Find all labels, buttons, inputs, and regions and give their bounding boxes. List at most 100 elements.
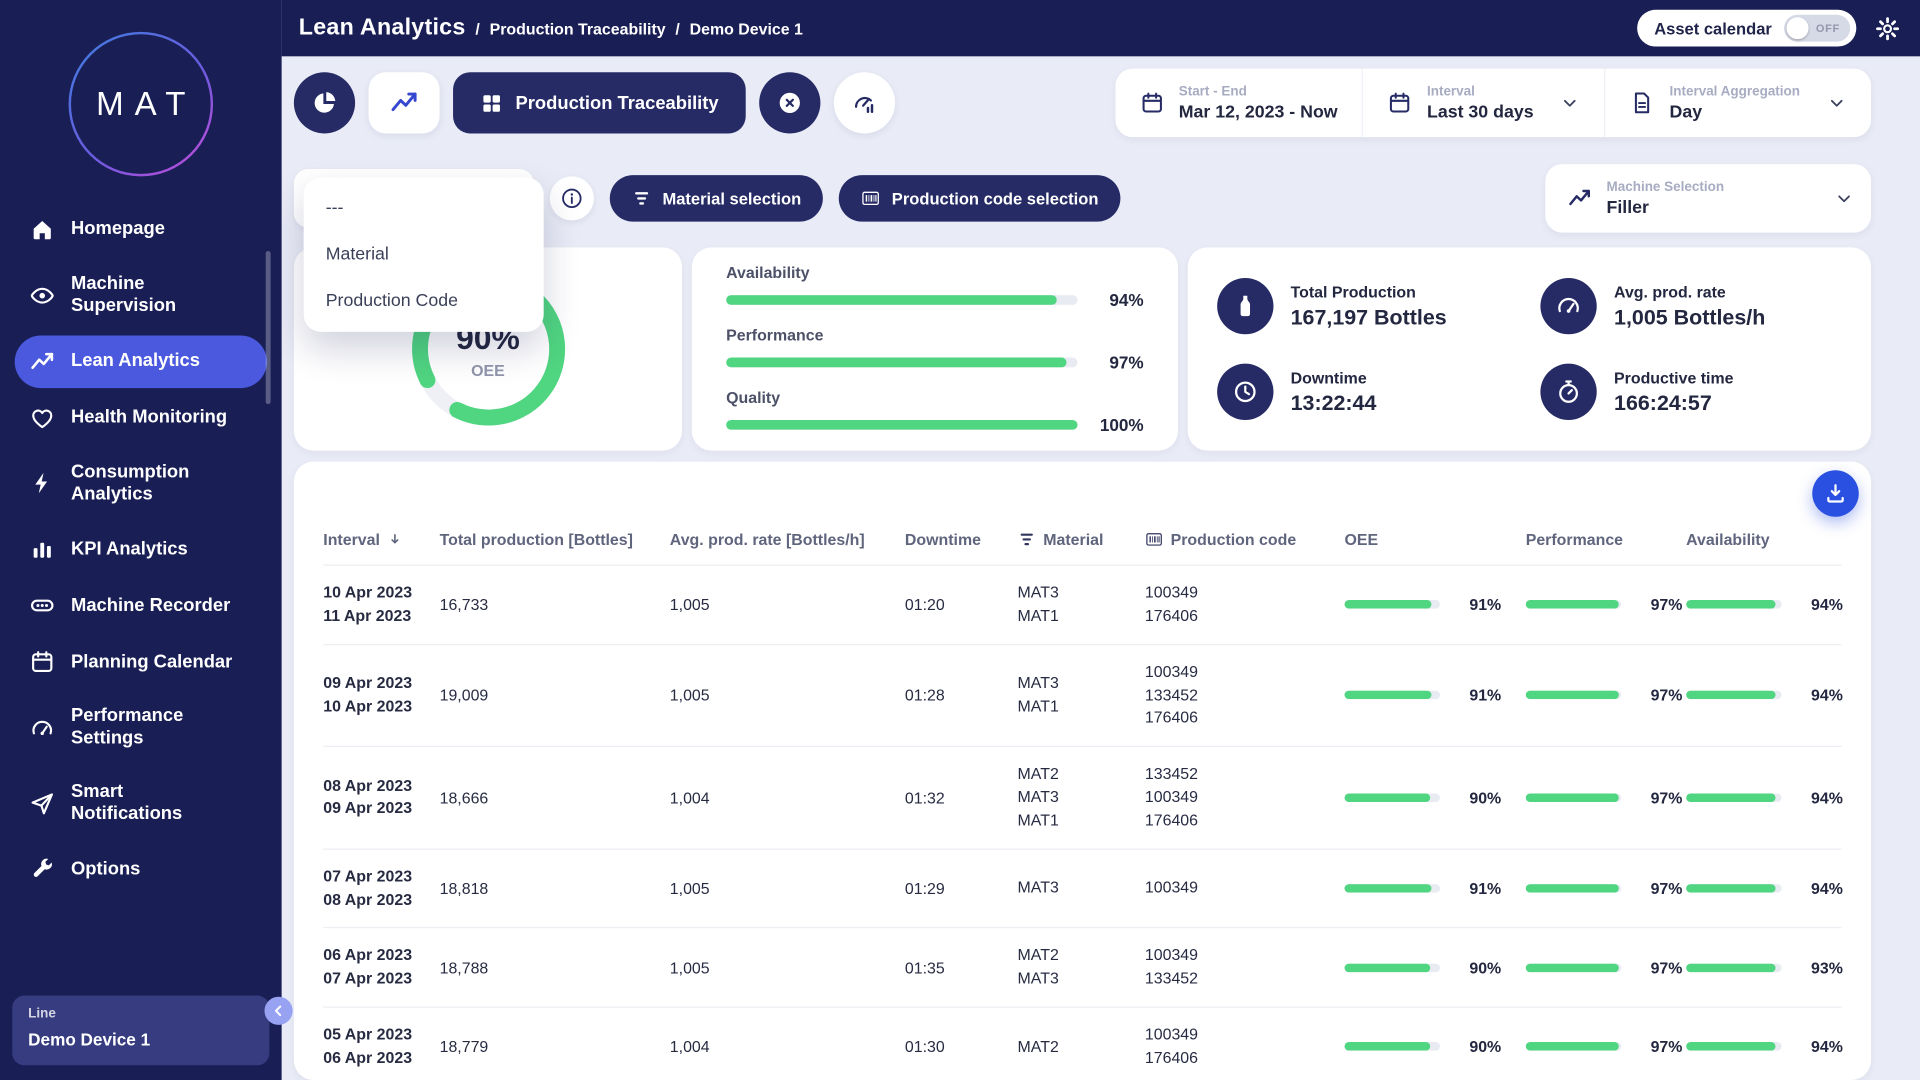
topbar: Lean Analytics / Production Traceability…	[282, 0, 1920, 56]
interval-label: Interval	[1427, 84, 1534, 99]
settings-gear-icon[interactable]	[1875, 15, 1901, 41]
sidebar-item-kpi-analytics[interactable]: KPI Analytics	[15, 523, 267, 576]
column-material[interactable]: Material	[1018, 530, 1145, 548]
sidebar-item-machine-supervision[interactable]: Machine Supervision	[15, 260, 267, 332]
cell-material: MAT2MAT3	[1018, 945, 1145, 991]
clear-selection-button[interactable]	[759, 72, 820, 133]
column-availability[interactable]: Availability	[1686, 530, 1842, 548]
sidebar-collapse-button[interactable]	[264, 997, 292, 1025]
dropdown-option-none[interactable]: ---	[304, 185, 544, 232]
productive-time-value: 166:24:57	[1614, 390, 1733, 416]
avg-prod-rate-stat: Avg. prod. rate 1,005 Bottles/h	[1541, 278, 1842, 334]
column-total-production[interactable]: Total production [Bottles]	[440, 530, 670, 548]
pie-chart-view-button[interactable]	[294, 72, 355, 133]
heart-icon	[29, 405, 55, 431]
sidebar-item-planning-calendar[interactable]: Planning Calendar	[15, 636, 267, 689]
sidebar-item-homepage[interactable]: Homepage	[15, 203, 267, 256]
breadcrumb-root[interactable]: Lean Analytics	[299, 15, 466, 42]
cell-interval: 09 Apr 202310 Apr 2023	[323, 672, 439, 718]
cell-production-code: 100349176406	[1145, 582, 1345, 628]
trend-view-button[interactable]	[369, 72, 440, 133]
dropdown-option-production-code[interactable]: Production Code	[304, 278, 544, 325]
material-selection-button[interactable]: Material selection	[610, 175, 823, 222]
cell-availability: 94%	[1686, 1038, 1843, 1056]
dropdown-option-material[interactable]: Material	[304, 231, 544, 278]
cell-interval: 07 Apr 202308 Apr 2023	[323, 865, 439, 911]
cell-material: MAT2MAT3MAT1	[1018, 763, 1145, 832]
column-interval[interactable]: Interval	[323, 530, 439, 548]
column-downtime[interactable]: Downtime	[905, 530, 1018, 548]
recorder-icon	[29, 593, 55, 619]
production-code-selection-button[interactable]: Production code selection	[839, 175, 1120, 222]
device-name: Demo Device 1	[28, 1030, 253, 1050]
table-row: 05 Apr 202306 Apr 2023 18,779 1,004 01:3…	[323, 1007, 1841, 1080]
machine-selection-select[interactable]: Machine Selection Filler	[1545, 164, 1871, 233]
sidebar-item-options[interactable]: Options	[15, 843, 267, 896]
cell-availability: 93%	[1686, 959, 1843, 977]
app-viewport: MAT Homepage Machine Supervision Lean An…	[0, 0, 1920, 1080]
sidebar-item-label: Lean Analytics	[71, 350, 200, 372]
toolbar: Production Traceability Start - End Mar …	[294, 69, 1871, 138]
bolt-icon	[29, 471, 55, 497]
aggregation-picker[interactable]: Interval Aggregation Day	[1605, 69, 1871, 138]
cell-production-code: 100349133452	[1145, 945, 1345, 991]
info-button[interactable]	[550, 176, 594, 220]
date-range-value: Mar 12, 2023 - Now	[1179, 102, 1338, 122]
sidebar-item-lean-analytics[interactable]: Lean Analytics	[15, 335, 267, 388]
breadcrumb-section[interactable]: Production Traceability	[490, 20, 666, 38]
sidebar-item-smart-notifications[interactable]: Smart Notifications	[15, 767, 267, 839]
bar-chart-icon	[29, 537, 55, 563]
home-icon	[29, 217, 55, 243]
date-range-label: Start - End	[1179, 84, 1338, 99]
cell-availability: 94%	[1686, 879, 1843, 897]
cell-interval: 10 Apr 202311 Apr 2023	[323, 582, 439, 628]
cell-material: MAT3	[1018, 877, 1145, 900]
sidebar-item-health-monitoring[interactable]: Health Monitoring	[15, 391, 267, 444]
sidebar-item-consumption-analytics[interactable]: Consumption Analytics	[15, 448, 267, 520]
brand-logo: MAT	[69, 32, 213, 176]
interval-picker[interactable]: Interval Last 30 days	[1362, 69, 1605, 138]
machine-selection-label: Machine Selection	[1607, 179, 1808, 194]
download-icon	[1823, 481, 1847, 505]
cell-avg-prod-rate: 1,005	[670, 686, 905, 704]
rate-analysis-button[interactable]	[834, 72, 895, 133]
sidebar-scrollbar[interactable]	[266, 251, 271, 404]
cell-performance: 97%	[1526, 1038, 1686, 1056]
cell-material: MAT3MAT1	[1018, 582, 1145, 628]
download-button[interactable]	[1812, 470, 1859, 517]
trend-icon	[29, 348, 55, 374]
sidebar-item-label: KPI Analytics	[71, 538, 188, 560]
asset-calendar-toggle[interactable]: OFF	[1784, 15, 1850, 42]
bottle-icon	[1217, 278, 1273, 334]
chevron-down-icon	[1561, 93, 1581, 113]
gauge-icon	[29, 715, 55, 741]
date-range-picker[interactable]: Start - End Mar 12, 2023 - Now	[1115, 69, 1362, 138]
cell-downtime: 01:30	[905, 1038, 1018, 1056]
cell-material: MAT2	[1018, 1035, 1145, 1058]
sidebar-item-machine-recorder[interactable]: Machine Recorder	[15, 579, 267, 632]
sidebar-item-label: Options	[71, 858, 140, 880]
table-row: 10 Apr 202311 Apr 2023 16,733 1,005 01:2…	[323, 564, 1841, 643]
quality-label: Quality	[726, 388, 1144, 406]
device-selector-card[interactable]: Line Demo Device 1	[12, 996, 269, 1066]
cell-oee: 91%	[1344, 879, 1525, 897]
breadcrumb-device[interactable]: Demo Device 1	[690, 20, 803, 38]
column-production-code[interactable]: Production code	[1145, 530, 1345, 548]
main-area: Lean Analytics / Production Traceability…	[282, 0, 1920, 1080]
column-oee[interactable]: OEE	[1344, 530, 1525, 548]
calendar-icon	[1388, 91, 1412, 115]
production-traceability-button[interactable]: Production Traceability	[453, 72, 746, 133]
sidebar-item-label: Machine Recorder	[71, 595, 230, 617]
total-production-stat: Total Production 167,197 Bottles	[1217, 278, 1533, 334]
performance-value: 97%	[1095, 353, 1144, 373]
topbar-right: Asset calendar OFF	[1637, 10, 1900, 47]
asset-calendar-pill[interactable]: Asset calendar OFF	[1637, 10, 1856, 47]
sidebar-item-performance-settings[interactable]: Performance Settings	[15, 692, 267, 764]
column-performance[interactable]: Performance	[1526, 530, 1686, 548]
column-avg-prod-rate[interactable]: Avg. prod. rate [Bottles/h]	[670, 530, 905, 548]
cell-oee: 90%	[1344, 959, 1525, 977]
downtime-stat: Downtime 13:22:44	[1217, 364, 1533, 420]
productive-time-label: Productive time	[1614, 368, 1733, 386]
sidebar-item-label: Homepage	[71, 218, 165, 240]
sidebar: MAT Homepage Machine Supervision Lean An…	[0, 0, 282, 1080]
